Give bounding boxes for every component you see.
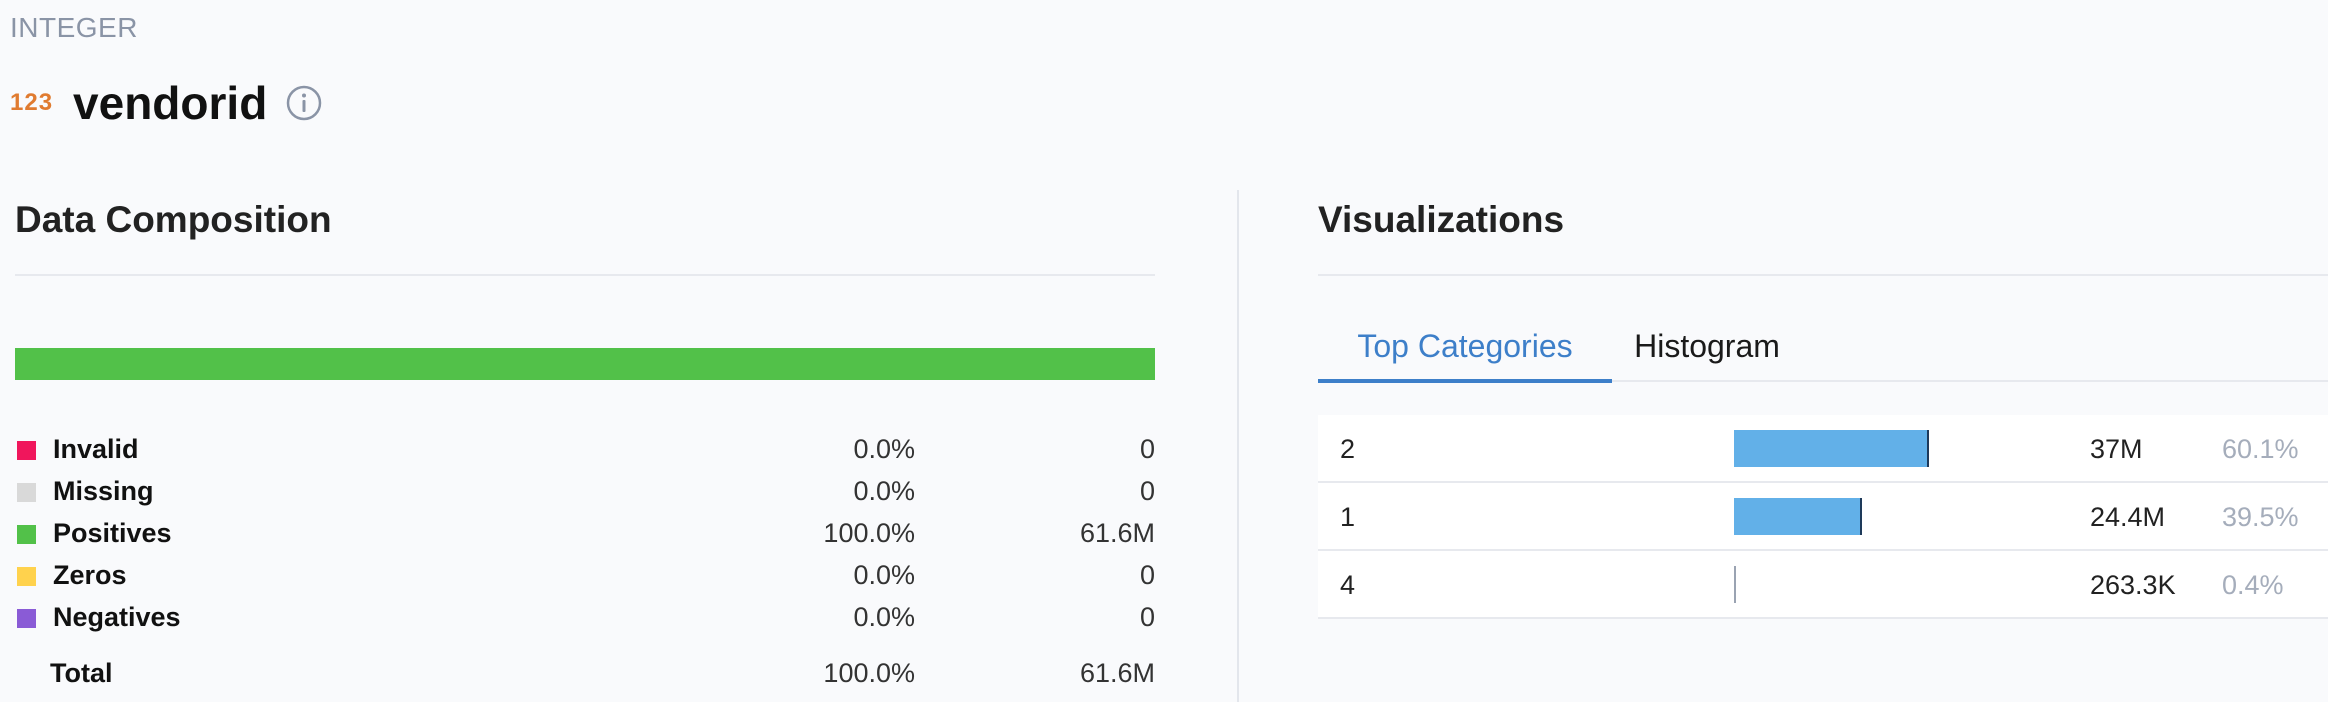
column-type-label: INTEGER <box>10 12 138 43</box>
negatives-swatch <box>17 609 36 628</box>
category-percent: 39.5% <box>2222 502 2299 532</box>
category-count: 37M <box>2090 434 2143 464</box>
row-percent: 100.0% <box>823 518 915 548</box>
invalid-swatch <box>17 441 36 460</box>
positives-swatch <box>17 525 36 544</box>
row-label: Zeros <box>53 560 127 590</box>
category-value: 1 <box>1340 502 1356 532</box>
composition-bar <box>15 348 1155 380</box>
composition-row-zeros: Zeros 0.0% 0 <box>15 556 1155 598</box>
category-bar <box>1734 566 1736 603</box>
total-label: Total <box>50 658 113 688</box>
category-row[interactable]: 1 24.4M 39.5% <box>1318 483 2328 551</box>
row-count: 0 <box>1139 434 1155 464</box>
composition-row-total: Total 100.0% 61.6M <box>15 654 1155 696</box>
row-count: 0 <box>1139 476 1155 506</box>
row-count: 0 <box>1139 602 1155 632</box>
panel-separator <box>1237 190 1239 702</box>
row-count: 0 <box>1139 560 1155 590</box>
tab-top-categories[interactable]: Top Categories <box>1318 310 1612 382</box>
composition-row-positives: Positives 100.0% 61.6M <box>15 514 1155 556</box>
row-label: Positives <box>53 518 172 548</box>
top-categories-table: 2 37M 60.1% 1 24.4M 39.5% 4 263.3K 0.4% <box>1318 415 2328 619</box>
composition-row-negatives: Negatives 0.0% 0 <box>15 598 1155 640</box>
integer-type-icon: 123 <box>10 89 54 116</box>
composition-row-missing: Missing 0.0% 0 <box>15 472 1155 514</box>
visualization-tabs: Top Categories Histogram <box>1318 310 2328 383</box>
category-value: 2 <box>1340 434 1356 464</box>
row-percent: 0.0% <box>853 434 915 464</box>
category-count: 263.3K <box>2090 570 2176 600</box>
column-title-row: 123 vendorid <box>10 70 323 136</box>
total-count: 61.6M <box>1079 658 1155 688</box>
data-composition-panel: Data Composition <box>15 190 1155 250</box>
row-label: Missing <box>53 476 154 506</box>
zeros-swatch <box>17 567 36 586</box>
row-label: Negatives <box>53 602 181 632</box>
info-icon[interactable] <box>285 84 323 122</box>
row-percent: 0.0% <box>853 560 915 590</box>
category-value: 4 <box>1340 570 1356 600</box>
category-row[interactable]: 2 37M 60.1% <box>1318 415 2328 483</box>
data-composition-heading: Data Composition <box>15 199 332 240</box>
category-percent: 60.1% <box>2222 434 2299 464</box>
category-percent: 0.4% <box>2222 570 2284 600</box>
category-bar <box>1734 430 1929 467</box>
row-count: 61.6M <box>1079 518 1155 548</box>
tab-histogram[interactable]: Histogram <box>1612 310 1802 382</box>
category-row[interactable]: 4 263.3K 0.4% <box>1318 551 2328 619</box>
composition-segment-positives <box>15 348 1155 380</box>
visualizations-panel: Visualizations <box>1318 190 2328 250</box>
row-percent: 0.0% <box>853 476 915 506</box>
visualizations-heading: Visualizations <box>1318 199 1565 240</box>
column-name: vendorid <box>73 77 268 129</box>
row-percent: 0.0% <box>853 602 915 632</box>
composition-table: Invalid 0.0% 0 Missing 0.0% 0 Positives … <box>15 430 1155 696</box>
composition-row-invalid: Invalid 0.0% 0 <box>15 430 1155 472</box>
row-label: Invalid <box>53 434 139 464</box>
section-divider <box>1318 274 2328 276</box>
category-bar <box>1734 498 1863 535</box>
total-percent: 100.0% <box>823 658 915 688</box>
missing-swatch <box>17 483 36 502</box>
section-divider <box>15 274 1155 276</box>
active-tab-indicator <box>1318 379 1612 383</box>
category-count: 24.4M <box>2090 502 2166 532</box>
